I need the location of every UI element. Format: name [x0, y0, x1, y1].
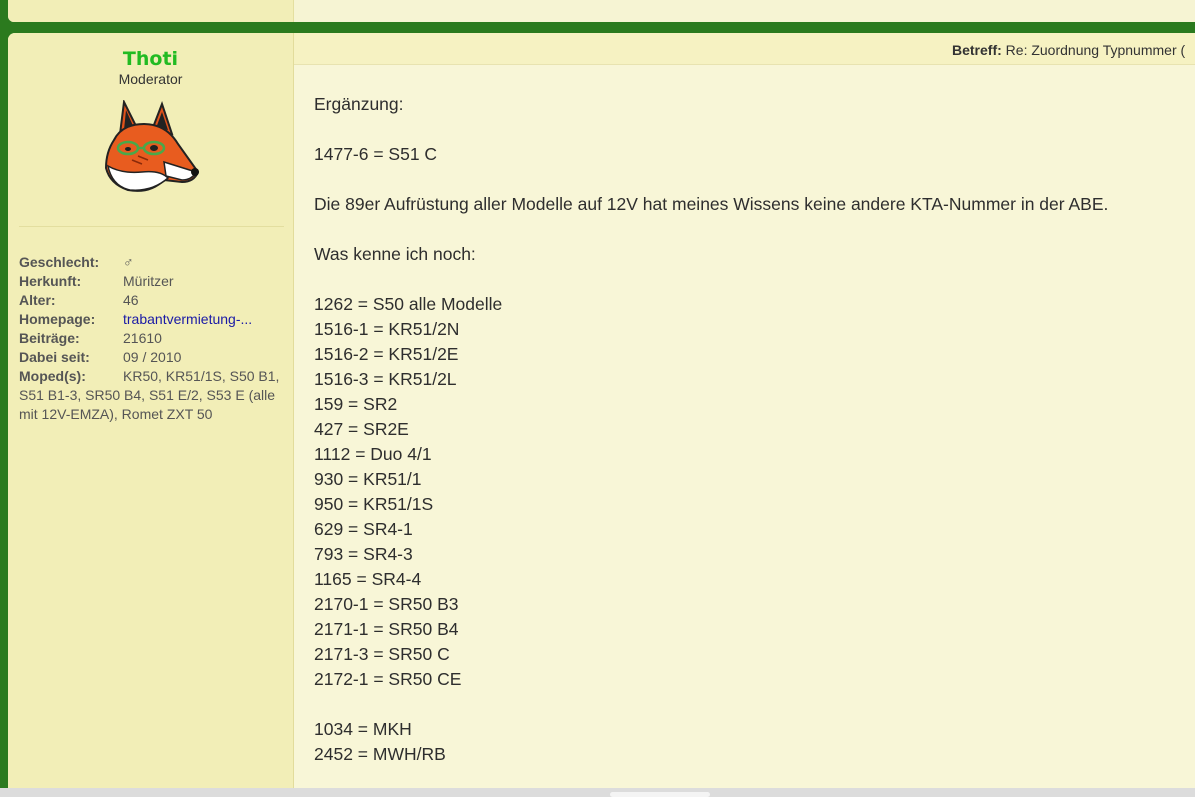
- list-item: 793 = SR4-3: [314, 544, 413, 564]
- list-item: 2452 = MWH/RB: [314, 744, 446, 764]
- info-value: Müritzer: [123, 273, 174, 289]
- list-item: 2171-1 = SR50 B4: [314, 619, 459, 639]
- info-value: 46: [123, 292, 139, 308]
- list-item: 1034 = MKH: [314, 719, 412, 739]
- type-number-list-2: 1034 = MKH 2452 = MWH/RB: [314, 717, 1108, 767]
- fox-avatar-icon[interactable]: [102, 100, 202, 196]
- type-number-list: 1262 = S50 alle Modelle 1516-1 = KR51/2N…: [314, 292, 1108, 692]
- list-item: 1262 = S50 alle Modelle: [314, 294, 503, 314]
- info-row-origin: Herkunft: Müritzer: [19, 272, 284, 291]
- list-item: 629 = SR4-1: [314, 519, 413, 539]
- info-row-gender: Geschlecht: ♂: [19, 253, 284, 272]
- previous-post-sidebar: [8, 0, 294, 22]
- info-value: 21610: [123, 330, 162, 346]
- info-label: Dabei seit:: [19, 349, 90, 365]
- forum-post: Thoti Moderator Geschlecht: ♂ Herkunft: …: [8, 33, 1195, 788]
- subject-bar: Betreff: Re: Zuordnung Typnummer (: [294, 33, 1195, 65]
- horizontal-scrollbar[interactable]: [0, 788, 1195, 797]
- info-row-posts: Beiträge: 21610: [19, 329, 284, 348]
- list-item: 427 = SR2E: [314, 419, 409, 439]
- info-row-mopeds: Moped(s): KR50, KR51/1S, S50 B1, S51 B1-3…: [19, 367, 284, 424]
- info-label: Beiträge:: [19, 330, 80, 346]
- list-item: 950 = KR51/1S: [314, 494, 434, 514]
- list-item: 1516-2 = KR51/2E: [314, 344, 459, 364]
- message-body: Ergänzung: 1477-6 = S51 C Die 89er Aufrü…: [314, 92, 1108, 767]
- info-label: Geschlecht:: [19, 254, 100, 270]
- list-item: 1112 = Duo 4/1: [314, 444, 432, 464]
- gender-male-icon: ♂: [123, 254, 134, 270]
- list-item: 930 = KR51/1: [314, 469, 422, 489]
- list-item: 1516-1 = KR51/2N: [314, 319, 460, 339]
- message-paragraph: Ergänzung:: [314, 94, 404, 114]
- list-item: 2170-1 = SR50 B3: [314, 594, 459, 614]
- message-paragraph: Die 89er Aufrüstung aller Modelle auf 12…: [314, 194, 1109, 214]
- homepage-link[interactable]: trabantvermietung-...: [123, 310, 252, 329]
- message-paragraph: 1477-6 = S51 C: [314, 144, 438, 164]
- sidebar-divider: [19, 226, 284, 227]
- post-content: Betreff: Re: Zuordnung Typnummer ( Ergän…: [294, 33, 1195, 788]
- list-item: 2171-3 = SR50 C: [314, 644, 450, 664]
- user-sidebar: Thoti Moderator Geschlecht: ♂ Herkunft: …: [8, 33, 294, 788]
- post-separator: [0, 22, 1195, 33]
- info-label: Homepage:: [19, 311, 96, 327]
- list-item: 1165 = SR4-4: [314, 569, 422, 589]
- message-paragraph: Was kenne ich noch:: [314, 244, 476, 264]
- username[interactable]: Thoti: [8, 48, 293, 70]
- subject-label: Betreff:: [952, 42, 1002, 58]
- list-item: 2172-1 = SR50 CE: [314, 669, 462, 689]
- list-item: 1516-3 = KR51/2L: [314, 369, 457, 389]
- user-info: Geschlecht: ♂ Herkunft: Müritzer Alter: …: [19, 253, 284, 424]
- info-label: Herkunft:: [19, 273, 82, 289]
- info-row-age: Alter: 46: [19, 291, 284, 310]
- info-row-homepage: Homepage: trabantvermietung-...: [19, 310, 284, 329]
- user-title: Moderator: [118, 71, 183, 87]
- post-subject: Betreff: Re: Zuordnung Typnummer (: [952, 42, 1185, 58]
- info-value: 09 / 2010: [123, 349, 182, 365]
- scrollbar-thumb[interactable]: [610, 792, 710, 797]
- info-label: Moped(s):: [19, 368, 86, 384]
- subject-text: Re: Zuordnung Typnummer (: [1005, 42, 1186, 58]
- info-label: Alter:: [19, 292, 56, 308]
- list-item: 159 = SR2: [314, 394, 398, 414]
- info-row-joined: Dabei seit: 09 / 2010: [19, 348, 284, 367]
- previous-post-strip: [8, 0, 1195, 22]
